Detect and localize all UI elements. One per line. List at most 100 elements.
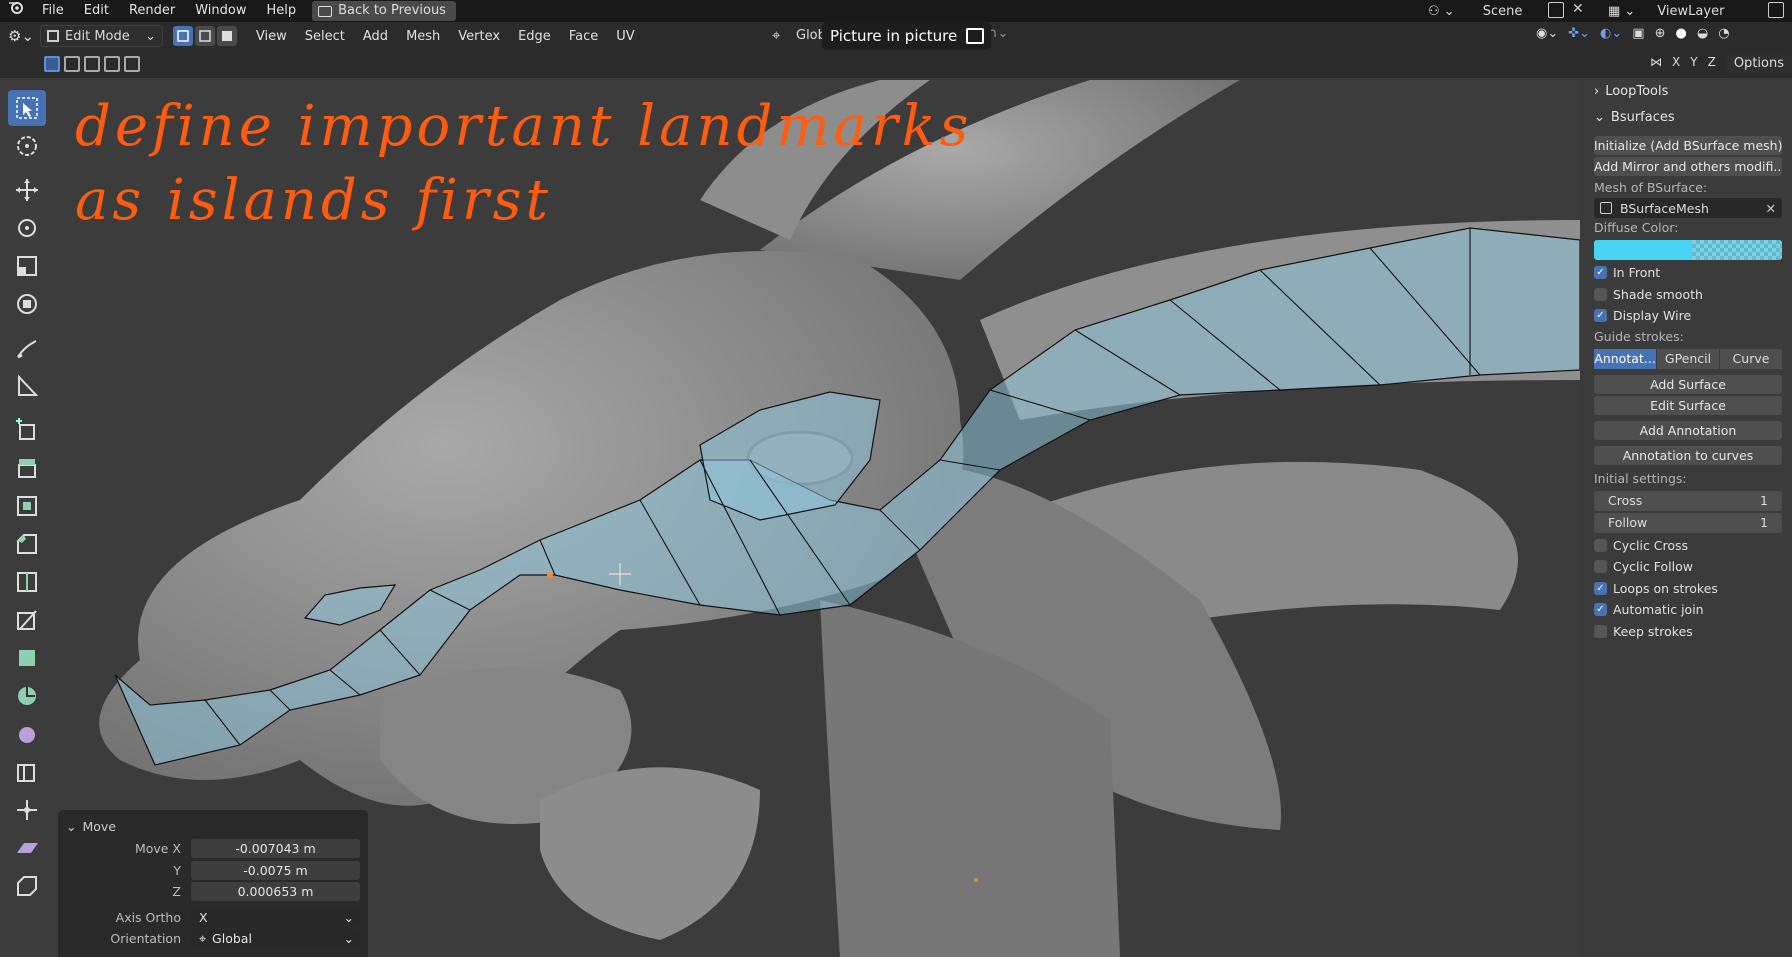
cursor-tool[interactable]	[8, 128, 46, 164]
menu-select[interactable]: Select	[296, 29, 354, 44]
menu-mesh[interactable]: Mesh	[397, 29, 449, 44]
move-y-field[interactable]: -0.0075 m	[191, 860, 360, 880]
bsurfaces-panel-header[interactable]: ⌄ Bsurfaces	[1594, 104, 1782, 130]
copy-view-layer-icon[interactable]	[1768, 2, 1784, 18]
annotate-tool[interactable]	[8, 330, 46, 366]
scene-selector[interactable]: ⚇ ⌄ Scene	[1420, 1, 1568, 21]
rendered-shading-icon[interactable]: ◔	[1718, 26, 1729, 41]
menu-view[interactable]: View	[247, 29, 296, 44]
add-surface-button[interactable]: Add Surface	[1594, 374, 1782, 394]
close-scene-icon[interactable]: ✕	[1572, 1, 1584, 17]
cyclic-follow-checkbox[interactable]: Cyclic Follow	[1594, 556, 1782, 578]
wireframe-shading-icon[interactable]: ⊕	[1655, 26, 1666, 41]
transform-tool[interactable]	[8, 286, 46, 322]
menu-uv[interactable]: UV	[607, 29, 643, 44]
menu-render[interactable]: Render	[119, 0, 185, 22]
inset-tool[interactable]	[8, 488, 46, 524]
clear-mesh-icon[interactable]: ✕	[1766, 201, 1776, 216]
add-cube-tool[interactable]	[8, 412, 46, 448]
shear-tool[interactable]	[8, 830, 46, 866]
overlay-icon[interactable]: ◐⌄	[1600, 26, 1622, 41]
rip-icon	[17, 876, 37, 896]
axis-ortho-dropdown[interactable]: X ⌄	[191, 907, 360, 927]
initialize-bsurface-button[interactable]: Initialize (Add BSurface mesh)	[1594, 136, 1782, 155]
shade-smooth-checkbox[interactable]: Shade smooth	[1594, 284, 1782, 306]
mode-selector[interactable]: Edit Mode ⌄	[40, 25, 163, 47]
select-extend-icon[interactable]	[64, 56, 80, 72]
rotate-tool[interactable]	[8, 210, 46, 246]
material-shading-icon[interactable]: ◒	[1697, 26, 1708, 41]
shrink-fatten-tool[interactable]	[8, 792, 46, 828]
extrude-tool[interactable]	[8, 450, 46, 486]
follow-field[interactable]: Follow 1	[1594, 512, 1782, 533]
menu-file[interactable]: File	[32, 0, 74, 22]
xray-icon[interactable]: ▣	[1632, 26, 1644, 41]
options-button[interactable]: Options	[1725, 54, 1792, 74]
cross-field[interactable]: Cross 1	[1594, 490, 1782, 511]
menu-edge[interactable]: Edge	[509, 29, 560, 44]
transform-orientation-icon[interactable]: ⌖	[772, 26, 780, 44]
visibility-icon[interactable]: ◉⌄	[1536, 26, 1558, 41]
copy-scene-icon[interactable]	[1548, 2, 1564, 18]
proportional-falloff-icon[interactable]: ∩⌄	[988, 26, 1008, 41]
add-annotation-button[interactable]: Add Annotation	[1594, 420, 1782, 440]
in-front-checkbox[interactable]: ✓ In Front	[1594, 262, 1782, 284]
mesh-of-bsurface-field[interactable]: BSurfaceMesh ✕	[1594, 198, 1782, 218]
edge-slide-tool[interactable]	[8, 754, 46, 790]
select-subtract-icon[interactable]	[84, 56, 100, 72]
scale-tool[interactable]	[8, 248, 46, 284]
move-x-field[interactable]: -0.007043 m	[191, 839, 360, 859]
measure-tool[interactable]	[8, 368, 46, 404]
select-new-icon[interactable]	[44, 56, 60, 72]
move-z-field[interactable]: 0.000653 m	[191, 882, 360, 902]
axis-z-toggle[interactable]: Z	[1706, 55, 1718, 69]
add-mirror-button[interactable]: Add Mirror and others modifi...	[1594, 157, 1782, 176]
move-tool[interactable]	[8, 172, 46, 208]
menu-window[interactable]: Window	[185, 0, 256, 22]
gizmo-icon[interactable]: ✜⌄	[1568, 26, 1590, 41]
back-to-previous-button[interactable]: Back to Previous	[312, 1, 456, 21]
guide-annotation-option[interactable]: Annotat...	[1594, 348, 1656, 369]
select-difference-icon[interactable]	[104, 56, 120, 72]
keep-strokes-checkbox[interactable]: Keep strokes	[1594, 621, 1782, 643]
poly-build-tool[interactable]	[8, 640, 46, 676]
edit-surface-button[interactable]: Edit Surface	[1594, 395, 1782, 415]
solid-shading-icon[interactable]: ●	[1676, 26, 1687, 41]
menu-vertex[interactable]: Vertex	[449, 29, 509, 44]
picture-in-picture-tooltip[interactable]: Picture in picture	[822, 22, 992, 50]
axis-x-toggle[interactable]: X	[1670, 55, 1682, 69]
display-wire-checkbox[interactable]: ✓ Display Wire	[1594, 305, 1782, 327]
editor-type-icon[interactable]: ⚙⌄	[8, 27, 34, 45]
axis-y-toggle[interactable]: Y	[1688, 55, 1699, 69]
select-box-tool[interactable]	[8, 90, 46, 126]
orientation-dropdown[interactable]: ⌖ Global ⌄	[191, 929, 360, 949]
face-select-icon[interactable]	[216, 26, 237, 46]
menu-edit[interactable]: Edit	[74, 0, 119, 22]
menu-add[interactable]: Add	[354, 29, 397, 44]
operator-panel-header[interactable]: ⌄ Move	[66, 816, 360, 836]
automatic-join-checkbox[interactable]: ✓ Automatic join	[1594, 599, 1782, 621]
guide-gpencil-option[interactable]: GPencil	[1657, 348, 1719, 369]
smooth-tool[interactable]	[8, 716, 46, 752]
knife-tool[interactable]	[8, 602, 46, 638]
looptools-panel-header[interactable]: › LoopTools	[1594, 78, 1782, 104]
bevel-tool[interactable]	[8, 526, 46, 562]
loop-cut-tool[interactable]	[8, 564, 46, 600]
edge-select-icon[interactable]	[194, 26, 215, 46]
vertex-select-icon[interactable]	[172, 26, 193, 46]
spin-tool[interactable]	[8, 678, 46, 714]
loops-on-strokes-checkbox[interactable]: ✓ Loops on strokes	[1594, 578, 1782, 600]
shear-icon	[17, 843, 38, 853]
menu-face[interactable]: Face	[560, 29, 607, 44]
rip-tool[interactable]	[8, 868, 46, 904]
menu-help[interactable]: Help	[257, 0, 307, 22]
diffuse-color-swatch[interactable]	[1594, 240, 1782, 260]
view-layer-name: ViewLayer	[1657, 3, 1725, 19]
guide-curve-option[interactable]: Curve	[1720, 348, 1782, 369]
chevron-down-icon: ⌄	[343, 909, 354, 925]
blender-logo-icon[interactable]	[0, 0, 32, 22]
annotation-to-curves-button[interactable]: Annotation to curves	[1594, 445, 1782, 465]
cyclic-cross-checkbox[interactable]: Cyclic Cross	[1594, 535, 1782, 557]
view-layer-selector[interactable]: ▦ ⌄ ViewLayer	[1600, 1, 1770, 21]
select-intersect-icon[interactable]	[124, 56, 140, 72]
